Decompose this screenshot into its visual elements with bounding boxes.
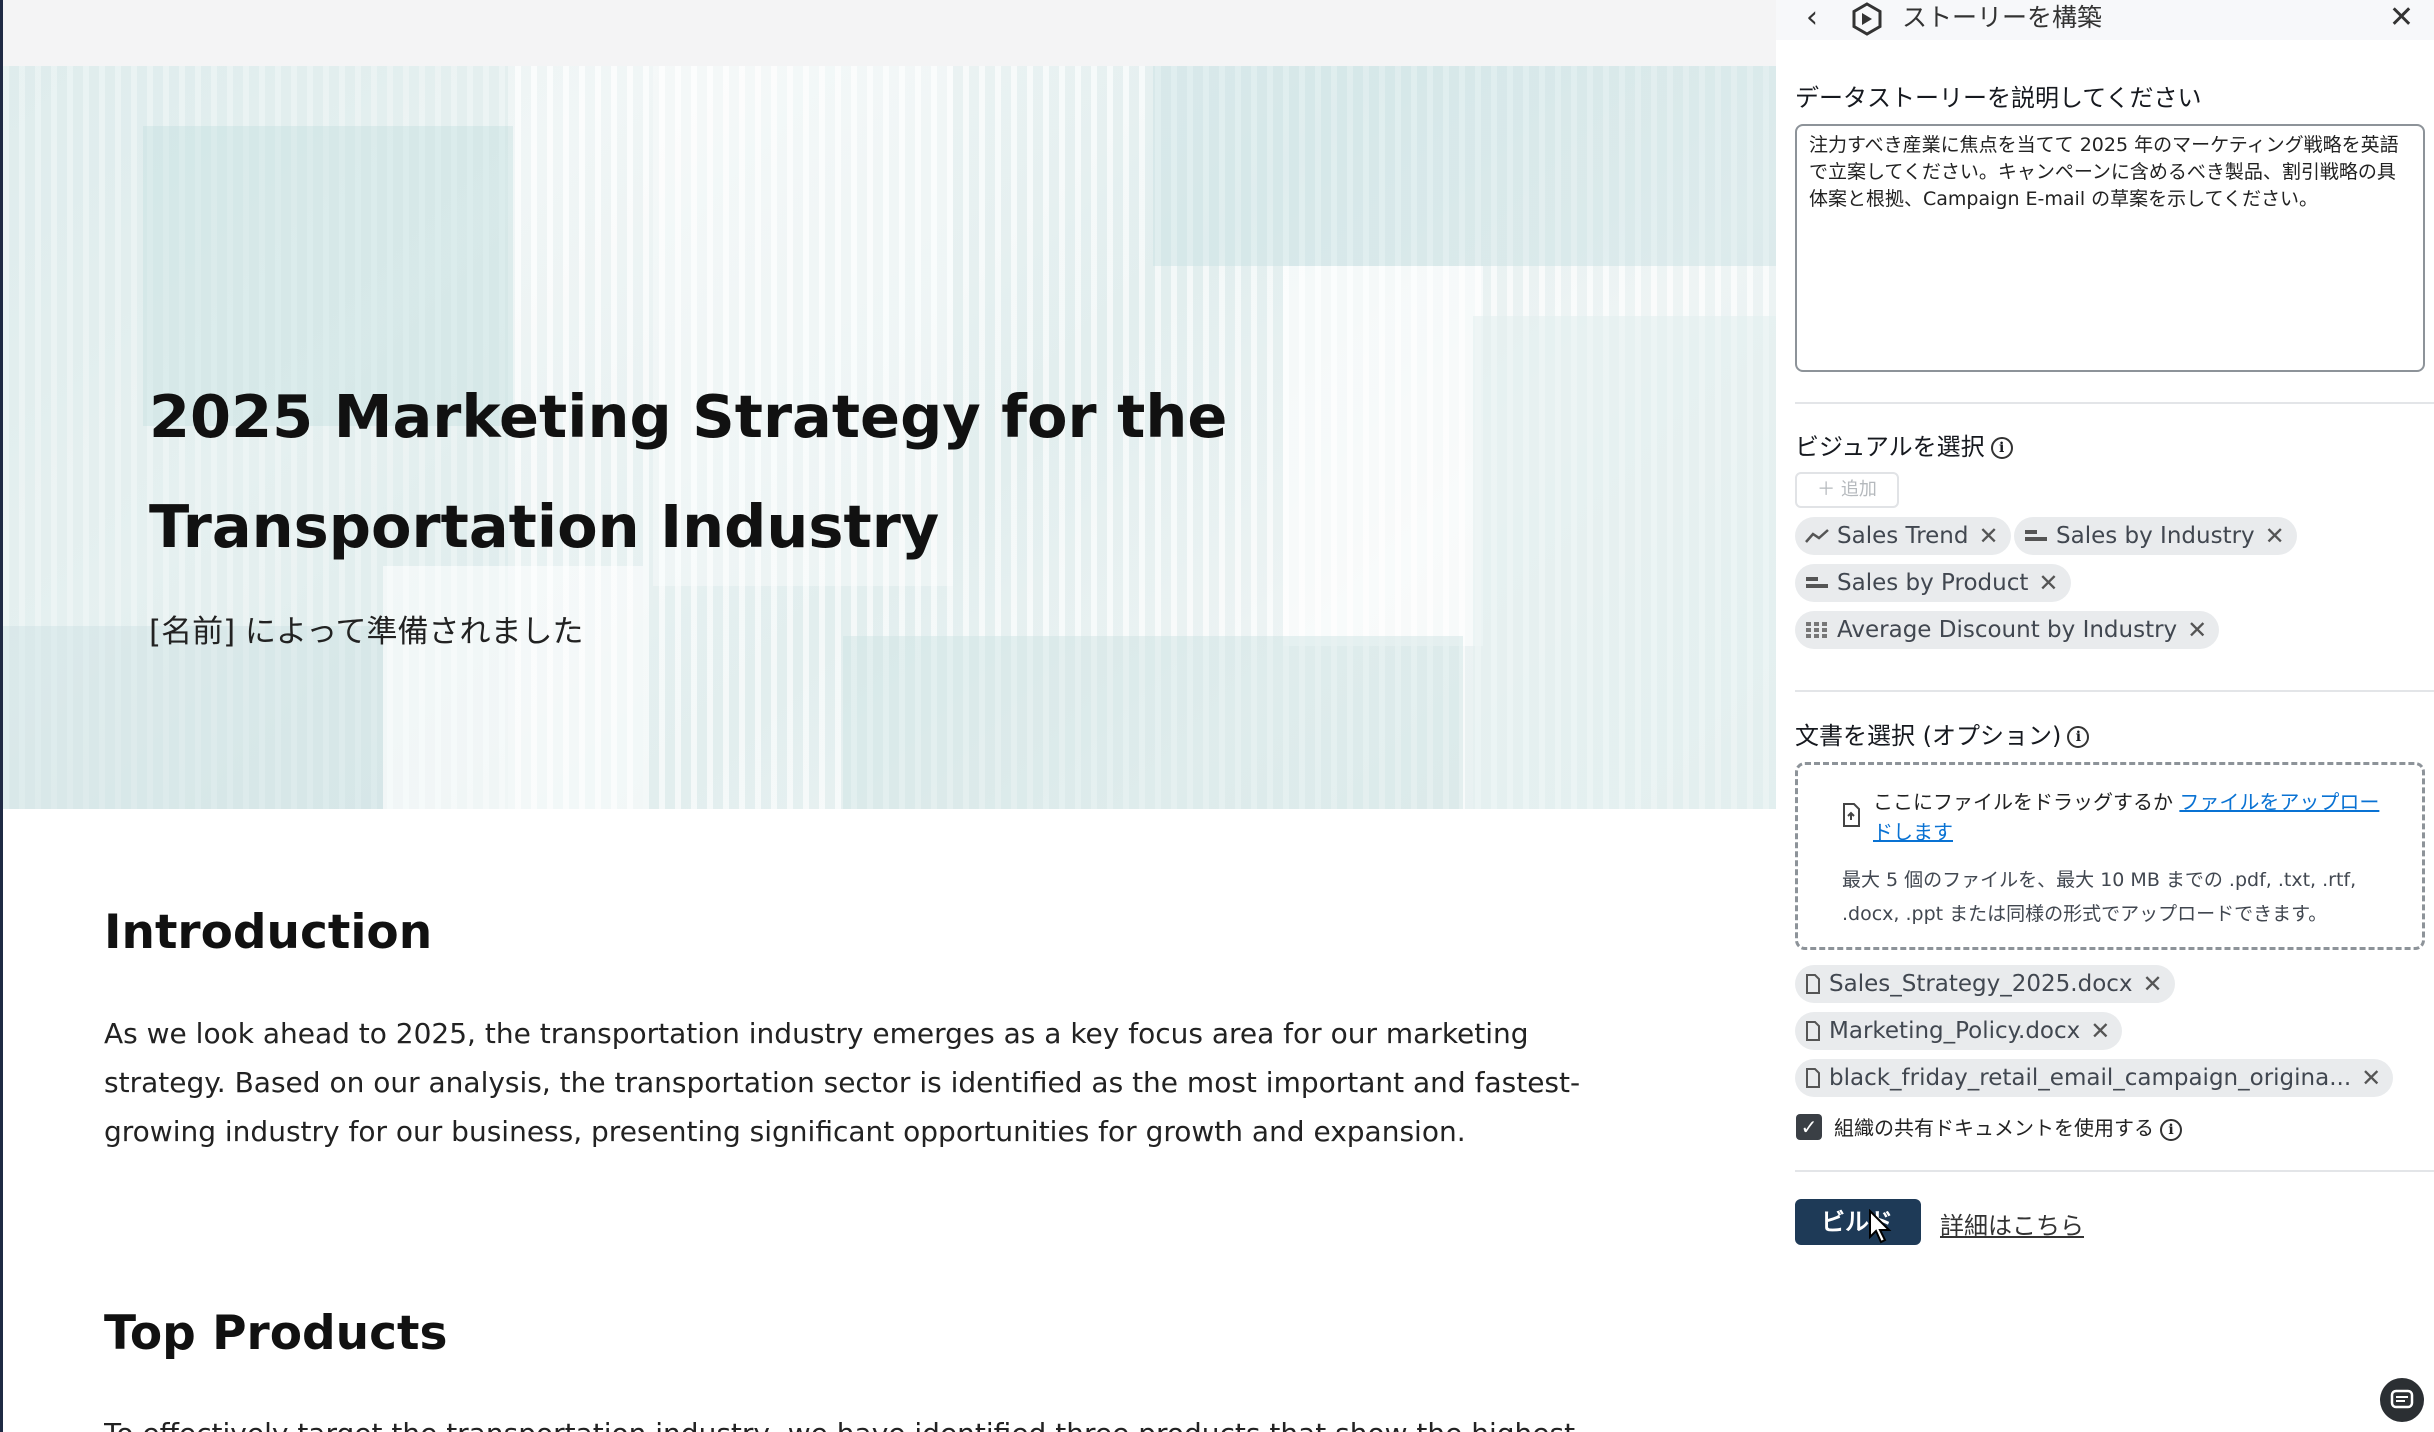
add-visual-button[interactable]: ＋ 追加 (1795, 472, 1899, 508)
section-body-top-products: To effectively target the transportation… (104, 1414, 1624, 1432)
visual-token-average-discount: Average Discount by Industry ✕ (1795, 611, 2220, 649)
dropzone-hint: 最大 5 個のファイルを、最大 10 MB までの .pdf, .txt, .r… (1842, 869, 2357, 925)
panel-title: ストーリーを構築 (1902, 3, 2103, 32)
document-token: black_friday_retail_email_campaign_origi… (1795, 1059, 2394, 1097)
info-icon[interactable]: i (1990, 437, 2013, 459)
visuals-label: ビジュアルを選択 i (1795, 427, 2013, 462)
remove-icon[interactable]: ✕ (1978, 522, 1998, 550)
divider (1795, 1170, 2434, 1172)
remove-icon[interactable]: ✕ (2090, 1017, 2110, 1045)
shared-docs-label-text: 組織の共有ドキュメントを使用する (1834, 1116, 2154, 1140)
divider (1795, 402, 2434, 404)
document-token-label: Sales_Strategy_2025.docx (1829, 971, 2133, 997)
dropzone-instruction: ここにファイルをドラッグするか ファイルをアップロードします (1873, 787, 2393, 847)
back-icon[interactable]: ‹ (1806, 0, 1818, 36)
mouse-cursor-icon (1869, 1209, 1892, 1244)
remove-icon[interactable]: ✕ (2038, 569, 2058, 597)
remove-icon[interactable]: ✕ (2187, 616, 2207, 644)
remove-icon[interactable]: ✕ (2143, 970, 2163, 998)
file-upload-icon (1842, 803, 1860, 833)
document-token-label: Marketing_Policy.docx (1829, 1018, 2081, 1044)
visual-token-label: Sales Trend (1837, 523, 1969, 549)
bar-chart-icon (1805, 575, 1829, 591)
shared-docs-checkbox[interactable]: ✓ (1796, 1114, 1822, 1140)
divider (1795, 690, 2434, 692)
document-token: Sales_Strategy_2025.docx ✕ (1795, 965, 2175, 1003)
build-button[interactable]: ビルド (1795, 1199, 1921, 1245)
document-token-label: black_friday_retail_email_campaign_origi… (1829, 1065, 2352, 1091)
visual-token-label: Sales by Industry (2056, 523, 2255, 549)
quicksight-logo-icon (1852, 2, 1882, 36)
file-icon (1805, 974, 1821, 994)
assistant-chat-icon[interactable] (2380, 1378, 2424, 1422)
story-subtitle: [名前] によって準備されました (149, 614, 584, 650)
section-heading-introduction: Introduction (104, 905, 433, 960)
remove-icon[interactable]: ✕ (2265, 522, 2285, 550)
section-heading-top-products: Top Products (104, 1306, 448, 1361)
file-icon (1805, 1021, 1821, 1041)
documents-label-text: 文書を選択 (オプション) (1795, 722, 2062, 750)
story-top-bar (3, 0, 1776, 66)
describe-label: データストーリーを説明してください (1795, 84, 2202, 112)
visual-token-sales-by-product: Sales by Product ✕ (1795, 564, 2071, 602)
visual-token-label: Sales by Product (1837, 570, 2029, 596)
story-canvas: 2025 Marketing Strategy for the Transpor… (0, 0, 1776, 1432)
line-chart-icon (1805, 528, 1829, 544)
close-icon[interactable]: ✕ (2389, 0, 2414, 36)
story-prompt-textarea[interactable]: 注力すべき産業に焦点を当てて 2025 年のマーケティング戦略を英語で立案してく… (1795, 124, 2425, 372)
visuals-label-text: ビジュアルを選択 (1795, 433, 1985, 461)
story-title: 2025 Marketing Strategy for the Transpor… (149, 382, 1228, 561)
section-body-introduction: As we look ahead to 2025, the transporta… (104, 1017, 1581, 1148)
learn-more-link[interactable]: 詳細はこちら (1940, 1206, 2084, 1241)
heatmap-icon (1805, 621, 1829, 639)
shared-docs-label: 組織の共有ドキュメントを使用する i (1834, 1112, 2182, 1141)
file-dropzone[interactable]: ここにファイルをドラッグするか ファイルをアップロードします 最大 5 個のファ… (1795, 762, 2425, 950)
visual-token-label: Average Discount by Industry (1837, 617, 2178, 643)
hero-banner: 2025 Marketing Strategy for the Transpor… (3, 66, 1776, 809)
dropzone-text: ここにファイルをドラッグするか (1873, 790, 2173, 814)
document-token: Marketing_Policy.docx ✕ (1795, 1012, 2123, 1050)
remove-icon[interactable]: ✕ (2361, 1064, 2381, 1092)
info-icon[interactable]: i (2067, 726, 2090, 748)
bar-chart-icon (2024, 528, 2048, 544)
info-icon[interactable]: i (2160, 1118, 2182, 1141)
file-icon (1805, 1068, 1821, 1088)
documents-label: 文書を選択 (オプション) i (1795, 716, 2090, 751)
visual-token-sales-trend: Sales Trend ✕ (1795, 517, 2011, 555)
visual-token-sales-by-industry: Sales by Industry ✕ (2014, 517, 2297, 555)
panel-header: ‹ ストーリーを構築 ✕ (1776, 0, 2434, 40)
